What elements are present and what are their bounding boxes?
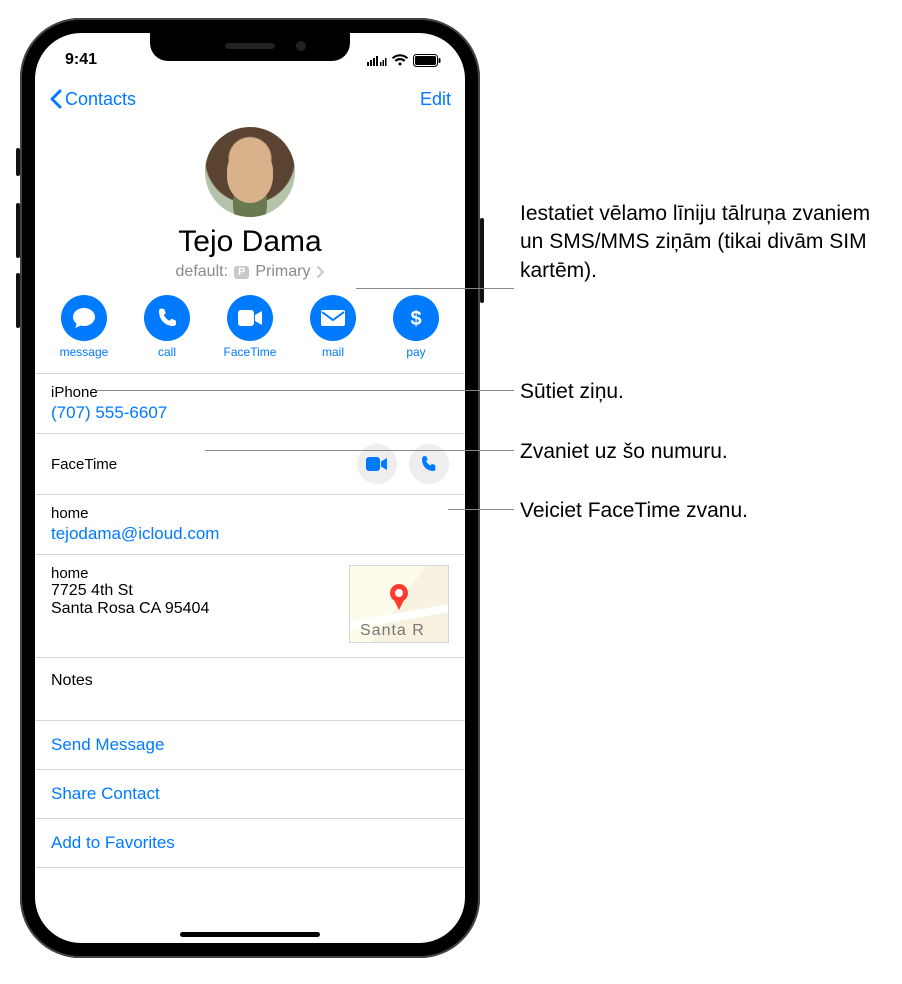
pay-button[interactable]: $ pay xyxy=(381,295,451,359)
message-button[interactable]: message xyxy=(49,295,119,359)
sim-badge: P xyxy=(234,266,249,279)
message-label: message xyxy=(60,345,109,359)
sim-default-label: default: xyxy=(176,263,228,281)
volume-down-button xyxy=(16,273,20,328)
mail-label: mail xyxy=(322,345,344,359)
facetime-row-label: FaceTime xyxy=(51,456,117,473)
notes-row[interactable]: Notes xyxy=(35,657,465,720)
cellular-dual-icon xyxy=(367,54,387,66)
email-label: home xyxy=(51,505,449,522)
contact-card: Tejo Dama default: P Primary message cal… xyxy=(35,127,465,868)
chevron-left-icon xyxy=(49,89,63,109)
sim-line-selector[interactable]: default: P Primary xyxy=(35,263,465,281)
svg-text:$: $ xyxy=(410,308,421,330)
callout-sim: Iestatiet vēlamo līniju tālruņa zvaniem … xyxy=(520,200,880,285)
address-line2: Santa Rosa CA 95404 xyxy=(51,600,209,618)
phone-icon xyxy=(156,307,178,329)
contact-name: Tejo Dama xyxy=(35,225,465,259)
map-city-label: Santa R xyxy=(360,622,425,640)
leader-line xyxy=(448,509,514,510)
screen: 9:41 Contacts Edit Tejo Dama default: xyxy=(35,33,465,943)
chevron-right-icon xyxy=(316,266,324,278)
callout-message: Sūtiet ziņu. xyxy=(520,378,624,406)
add-favorites-link[interactable]: Add to Favorites xyxy=(35,818,465,868)
phone-label: iPhone xyxy=(51,384,449,401)
phone-frame: 9:41 Contacts Edit Tejo Dama default: xyxy=(20,18,480,958)
pay-label: pay xyxy=(406,345,425,359)
notes-label: Notes xyxy=(51,672,93,689)
power-button xyxy=(480,218,484,303)
wifi-icon xyxy=(391,54,409,66)
leader-line xyxy=(97,390,514,391)
map-thumbnail[interactable]: Santa R xyxy=(349,565,449,643)
share-contact-link[interactable]: Share Contact xyxy=(35,769,465,818)
email-row[interactable]: home tejodama@icloud.com xyxy=(35,494,465,554)
back-button[interactable]: Contacts xyxy=(49,89,136,110)
facetime-label: FaceTime xyxy=(224,345,277,359)
callout-facetime: Veiciet FaceTime zvanu. xyxy=(520,497,748,525)
phone-number: (707) 555-6607 xyxy=(51,403,449,423)
facetime-button[interactable]: FaceTime xyxy=(215,295,285,359)
message-icon xyxy=(72,307,96,329)
address-label: home xyxy=(51,565,209,582)
phone-icon xyxy=(420,455,438,473)
email-value: tejodama@icloud.com xyxy=(51,524,449,544)
phone-row[interactable]: iPhone (707) 555-6607 xyxy=(35,373,465,433)
callout-call-number: Zvaniet uz šo numuru. xyxy=(520,438,728,466)
mail-button[interactable]: mail xyxy=(298,295,368,359)
send-message-link[interactable]: Send Message xyxy=(35,720,465,769)
status-right xyxy=(367,54,441,67)
call-label: call xyxy=(158,345,176,359)
sim-line-name: Primary xyxy=(255,263,310,281)
home-indicator[interactable] xyxy=(180,932,320,937)
back-label: Contacts xyxy=(65,89,136,110)
edit-button[interactable]: Edit xyxy=(420,89,451,110)
video-icon xyxy=(237,309,263,327)
facetime-row: FaceTime xyxy=(35,433,465,494)
call-button[interactable]: call xyxy=(132,295,202,359)
volume-up-button xyxy=(16,203,20,258)
leader-line xyxy=(356,288,514,289)
mute-switch xyxy=(16,148,20,176)
video-icon xyxy=(366,457,388,471)
avatar[interactable] xyxy=(205,127,295,217)
address-line1: 7725 4th St xyxy=(51,582,209,600)
status-time: 9:41 xyxy=(65,51,97,69)
leader-line xyxy=(205,450,514,451)
notch xyxy=(150,33,350,61)
nav-bar: Contacts Edit xyxy=(35,77,465,121)
dollar-icon: $ xyxy=(409,306,423,330)
battery-icon xyxy=(413,54,441,67)
mail-icon xyxy=(320,309,346,327)
address-row[interactable]: home 7725 4th St Santa Rosa CA 95404 San… xyxy=(35,554,465,657)
action-row: message call FaceTime mail $ pay xyxy=(35,281,465,373)
